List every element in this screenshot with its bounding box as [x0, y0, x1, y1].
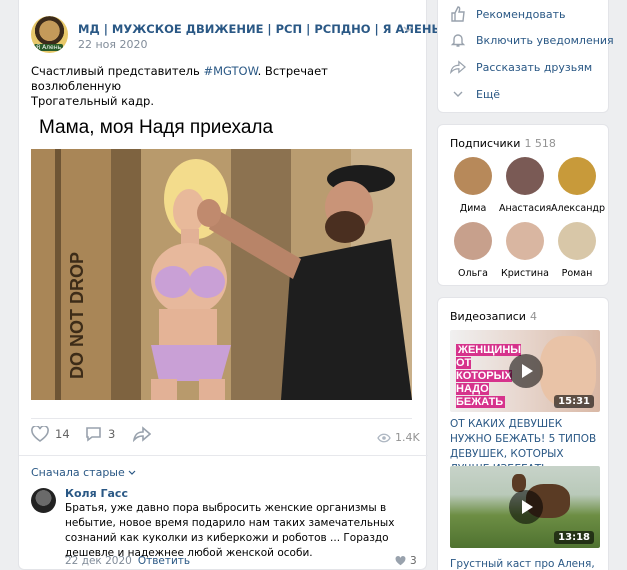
views-count: 1.4K — [395, 431, 420, 444]
play-icon[interactable] — [509, 354, 543, 388]
subscribers-title[interactable]: Подписчики 1 518 — [450, 137, 556, 150]
subscribers-count: 1 518 — [524, 137, 556, 150]
crate-text: DO NOT DROP — [67, 252, 87, 379]
subscriber-name: Роман — [561, 268, 593, 279]
sort-label: Сначала старые — [31, 466, 125, 479]
avatar — [506, 222, 544, 260]
views-counter: 1.4K — [377, 431, 420, 444]
avatar — [558, 157, 596, 195]
reply-link[interactable]: Ответить — [138, 555, 190, 567]
videos-title-text: Видеозаписи — [450, 310, 526, 323]
post-card: Я Алень МД | МУЖСКОЕ ДВИЖЕНИЕ | РСП | РС… — [18, 0, 440, 570]
post-photo[interactable]: DO NOT DROP — [31, 149, 412, 400]
share-icon — [133, 426, 151, 442]
menu-notifications-label: Включить уведомления — [476, 33, 614, 47]
comment-text: Братья, уже давно пора выбросить женские… — [65, 502, 395, 559]
actions-menu: Рекомендовать Включить уведомления Расск… — [437, 0, 614, 113]
video-title[interactable]: Грустный каст про Аленя, — [450, 557, 605, 570]
share-button[interactable] — [133, 426, 151, 442]
menu-share[interactable]: Рассказать друзьям — [450, 59, 592, 75]
avatar — [454, 157, 492, 195]
post-date[interactable]: 22 ноя 2020 — [78, 38, 148, 51]
heart-icon — [395, 556, 406, 566]
avatar-label: Я Алень — [34, 44, 64, 51]
menu-recommend[interactable]: Рекомендовать — [450, 6, 565, 22]
subscriber-name: Александр — [551, 203, 606, 214]
bell-icon — [450, 34, 466, 47]
menu-more[interactable]: Ещё — [450, 86, 500, 102]
subscriber-item[interactable]: Роман — [551, 222, 603, 279]
chevron-down-icon[interactable] — [403, 24, 413, 34]
subscribers-title-text: Подписчики — [450, 137, 521, 150]
hashtag-link[interactable]: #MGTOW — [203, 64, 257, 78]
video-thumbnail[interactable]: ЖЕНЩИНЫ ОТ КОТОРЫХ НАДО БЕЖАТЬ 15:31 — [450, 330, 600, 412]
subscriber-item[interactable]: Анастасия — [499, 157, 551, 214]
comment-like-button[interactable]: 3 — [395, 555, 417, 567]
menu-notifications[interactable]: Включить уведомления — [450, 32, 614, 48]
heart-icon — [31, 426, 49, 442]
photo-illustration: DO NOT DROP — [31, 149, 412, 400]
comment-count: 3 — [108, 427, 116, 441]
group-avatar[interactable]: Я Алень — [31, 16, 68, 53]
share-icon — [450, 60, 466, 75]
menu-more-label: Ещё — [476, 87, 501, 101]
videos-title[interactable]: Видеозаписи 4 — [450, 310, 537, 323]
subscriber-item[interactable]: Александр — [551, 157, 606, 214]
comment-icon — [86, 427, 101, 442]
subscriber-item[interactable]: Кристина — [499, 222, 551, 279]
videos-block: Видеозаписи 4 ЖЕНЩИНЫ ОТ КОТОРЫХ НАДО БЕЖ… — [437, 297, 609, 570]
comments-divider — [19, 455, 428, 456]
comment-sort-dropdown[interactable]: Сначала старые — [31, 466, 136, 479]
avatar — [506, 157, 544, 195]
post-divider — [31, 418, 412, 419]
subscriber-item[interactable]: Ольга — [447, 222, 499, 279]
menu-recommend-label: Рекомендовать — [476, 7, 566, 21]
subscribers-block: Подписчики 1 518 Дима Анастасия Александр… — [437, 124, 609, 286]
chevron-down-icon — [128, 470, 136, 475]
menu-share-label: Рассказать друзьям — [476, 60, 593, 74]
subscriber-name: Дима — [459, 203, 487, 214]
post-text-line2: Трогательный кадр. — [31, 94, 154, 108]
subscriber-name: Анастасия — [499, 203, 552, 214]
comment-like-count: 3 — [410, 555, 417, 567]
like-count: 14 — [55, 427, 70, 441]
comment-meta: 22 дек 2020 Ответить — [65, 555, 190, 567]
comment-author[interactable]: Коля Гасс — [65, 487, 128, 500]
avatar — [558, 222, 596, 260]
comment-author-avatar[interactable] — [31, 488, 56, 513]
videos-count: 4 — [529, 310, 537, 323]
eye-icon — [377, 433, 391, 442]
play-icon[interactable] — [509, 490, 543, 524]
subscriber-name: Кристина — [501, 268, 549, 279]
comment-date[interactable]: 22 дек 2020 — [65, 555, 132, 567]
subscriber-item[interactable]: Дима — [447, 157, 499, 214]
like-button[interactable]: 14 — [31, 426, 70, 442]
avatar — [454, 222, 492, 260]
post-text-start: Счастливый представитель — [31, 64, 204, 78]
post-text: Счастливый представитель #MGTOW. Встреча… — [31, 64, 351, 109]
group-name-link[interactable]: МД | МУЖСКОЕ ДВИЖЕНИЕ | РСП | РСПДНО | Я… — [78, 22, 440, 36]
thumbs-up-icon — [451, 6, 465, 22]
subscriber-name: Ольга — [458, 268, 488, 279]
meme-caption: Мама, моя Надя приехала — [39, 117, 274, 138]
video-duration: 13:18 — [554, 531, 594, 544]
chevron-down-icon — [453, 91, 463, 97]
video-duration: 15:31 — [554, 395, 594, 408]
video-thumbnail[interactable]: 13:18 — [450, 466, 600, 548]
comment-button[interactable]: 3 — [85, 426, 115, 442]
